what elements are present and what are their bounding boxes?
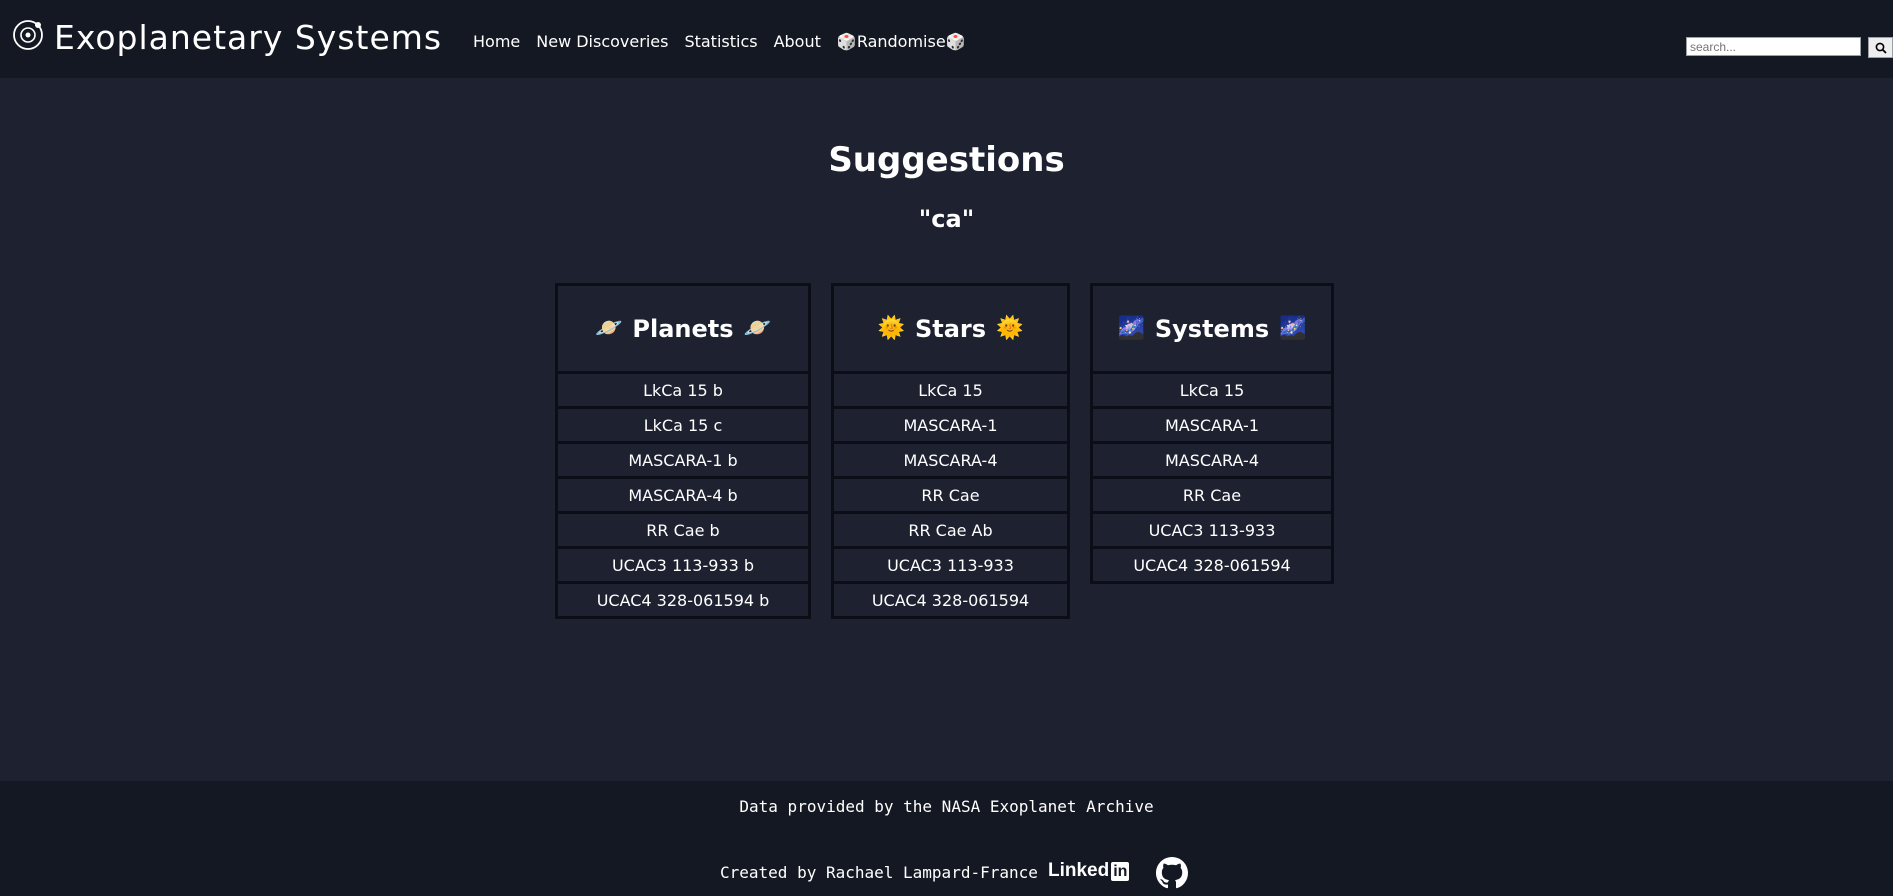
planet-link[interactable]: UCAC4 328-061594 b — [558, 584, 808, 616]
planet-orbit-icon[interactable] — [12, 19, 44, 51]
stars-title: Stars — [914, 314, 987, 343]
navbar: Exoplanetary Systems Home New Discoverie… — [0, 0, 1893, 78]
planets-header: 🪐 Planets 🪐 — [558, 286, 808, 371]
stars-header: 🌞 Stars 🌞 — [834, 286, 1067, 371]
nav-new-discoveries[interactable]: New Discoveries — [536, 31, 668, 53]
github-icon[interactable] — [1156, 857, 1188, 889]
galaxy-icon: 🌌 — [1279, 316, 1307, 341]
linkedin-icon[interactable]: Linked in — [1048, 857, 1130, 885]
page-title: Suggestions — [828, 140, 1065, 180]
system-link[interactable]: UCAC3 113-933 — [1093, 514, 1331, 546]
star-link[interactable]: MASCARA-4 — [834, 444, 1067, 476]
nav-menu: Home New Discoveries Statistics About 🎲R… — [473, 31, 966, 53]
linkedin-text: Linked — [1048, 860, 1110, 881]
planet-link[interactable]: MASCARA-1 b — [558, 444, 808, 476]
star-link[interactable]: MASCARA-1 — [834, 409, 1067, 441]
nav-statistics[interactable]: Statistics — [684, 31, 757, 53]
data-credit: Data provided by the NASA Exoplanet Arch… — [739, 797, 1154, 816]
nav-home[interactable]: Home — [473, 31, 520, 53]
linkedin-box: in — [1111, 861, 1130, 881]
magnifier-icon — [1875, 42, 1887, 54]
galaxy-icon: 🌌 — [1117, 316, 1145, 341]
brand-title[interactable]: Exoplanetary Systems — [54, 18, 442, 58]
planet-link[interactable]: LkCa 15 b — [558, 374, 808, 406]
system-link[interactable]: LkCa 15 — [1093, 374, 1331, 406]
ringed-planet-icon: 🪐 — [743, 316, 771, 341]
planet-link[interactable]: LkCa 15 c — [558, 409, 808, 441]
planets-title: Planets — [632, 314, 734, 343]
planet-link[interactable]: UCAC3 113-933 b — [558, 549, 808, 581]
nav-randomise[interactable]: 🎲Randomise🎲 — [837, 31, 966, 53]
star-link[interactable]: RR Cae Ab — [834, 514, 1067, 546]
star-link[interactable]: UCAC4 328-061594 — [834, 584, 1067, 616]
author-credit: Created by Rachael Lampard-France — [720, 863, 1038, 882]
system-link[interactable]: MASCARA-1 — [1093, 409, 1331, 441]
system-link[interactable]: RR Cae — [1093, 479, 1331, 511]
ringed-planet-icon: 🪐 — [595, 316, 623, 341]
star-link[interactable]: RR Cae — [834, 479, 1067, 511]
planet-link[interactable]: RR Cae b — [558, 514, 808, 546]
system-link[interactable]: MASCARA-4 — [1093, 444, 1331, 476]
search-button[interactable] — [1868, 37, 1893, 58]
nav-about[interactable]: About — [774, 31, 821, 53]
sun-icon: 🌞 — [996, 316, 1024, 341]
planet-link[interactable]: MASCARA-4 b — [558, 479, 808, 511]
planets-column: 🪐 Planets 🪐 LkCa 15 b LkCa 15 c MASCARA-… — [555, 283, 811, 619]
search-query: "ca" — [918, 205, 975, 233]
stars-column: 🌞 Stars 🌞 LkCa 15 MASCARA-1 MASCARA-4 RR… — [831, 283, 1070, 619]
sun-icon: 🌞 — [877, 316, 905, 341]
systems-title: Systems — [1154, 314, 1270, 343]
system-link[interactable]: UCAC4 328-061594 — [1093, 549, 1331, 581]
footer: Data provided by the NASA Exoplanet Arch… — [0, 781, 1893, 896]
systems-header: 🌌 Systems 🌌 — [1093, 286, 1331, 371]
star-link[interactable]: LkCa 15 — [834, 374, 1067, 406]
search-input[interactable] — [1686, 37, 1861, 56]
star-link[interactable]: UCAC3 113-933 — [834, 549, 1067, 581]
systems-column: 🌌 Systems 🌌 LkCa 15 MASCARA-1 MASCARA-4 … — [1090, 283, 1334, 584]
